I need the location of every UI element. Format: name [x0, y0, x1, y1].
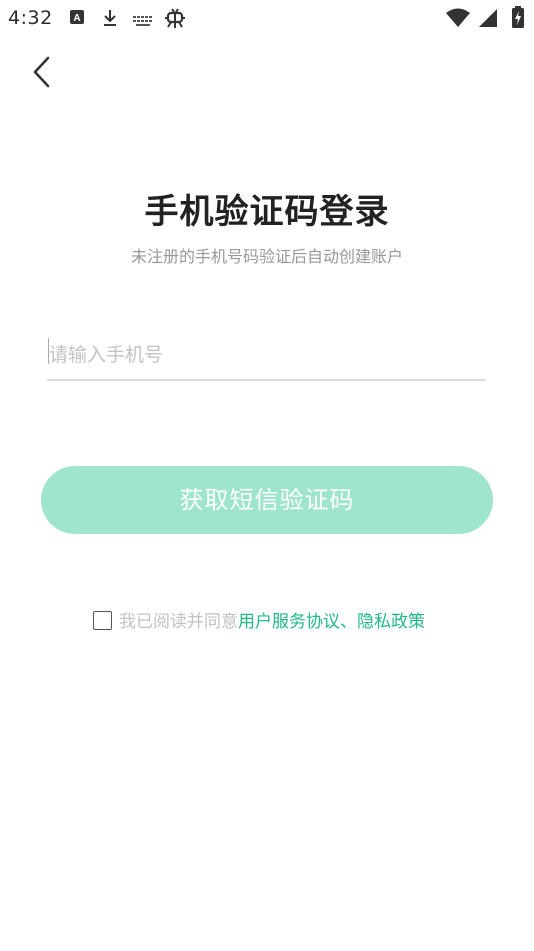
login-screen: 4:32 A 手机验证码登录 未注册的手机号码验证后自动创建账户 请输入手机号 … [0, 0, 534, 951]
keyboard-icon [132, 12, 154, 31]
a-notification-icon: A [69, 8, 85, 30]
bug-icon [163, 6, 187, 34]
status-time: 4:32 [8, 7, 53, 29]
get-sms-code-button[interactable]: 获取短信验证码 [41, 466, 493, 534]
agreement-text: 我已阅读并同意用户服务协议、隐私政策 [119, 609, 425, 635]
phone-input-underline [47, 379, 486, 381]
cell-signal-icon [478, 8, 498, 32]
status-bar: 4:32 A [0, 0, 534, 38]
agreement-prefix: 我已阅读并同意 [119, 612, 238, 632]
agreement-separator: 、 [340, 612, 357, 632]
user-service-agreement-link[interactable]: 用户服务协议 [238, 612, 340, 632]
wifi-icon [446, 8, 470, 32]
battery-charging-icon [512, 6, 524, 32]
text-caret [48, 338, 49, 364]
agreement-checkbox[interactable] [93, 611, 112, 630]
chevron-left-icon [24, 56, 60, 96]
phone-field[interactable] [47, 332, 488, 382]
page-title: 手机验证码登录 [144, 192, 390, 232]
download-icon [101, 8, 119, 32]
back-button[interactable] [24, 52, 60, 92]
svg-text:A: A [73, 13, 80, 24]
page-subtitle: 未注册的手机号码验证后自动创建账户 [130, 247, 403, 266]
phone-input[interactable] [47, 332, 488, 378]
privacy-policy-link[interactable]: 隐私政策 [357, 612, 425, 632]
